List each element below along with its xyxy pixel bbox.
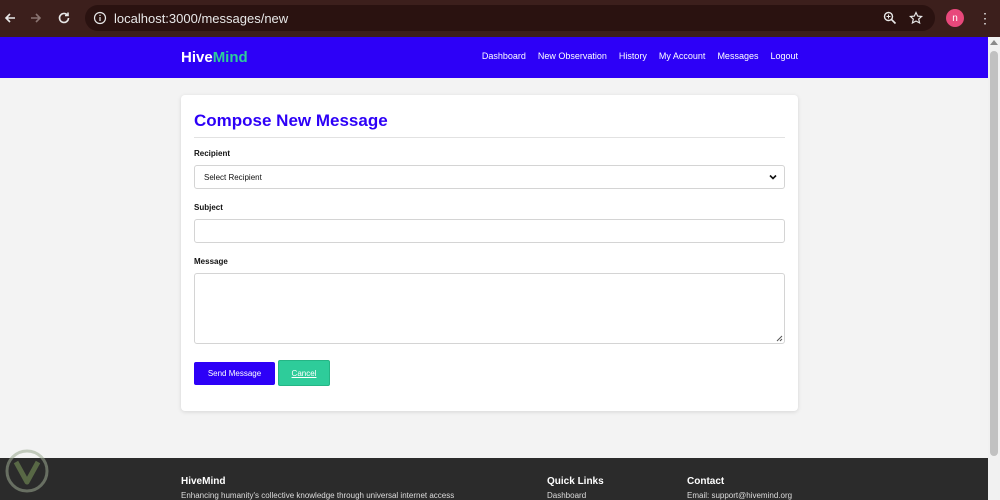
site-footer: HiveMind Enhancing humanity's collective… xyxy=(0,458,988,500)
watermark-logo-icon xyxy=(5,449,49,493)
back-arrow-icon xyxy=(4,13,15,23)
nav-history[interactable]: History xyxy=(619,51,647,61)
title-divider xyxy=(194,137,785,138)
site-header: HiveMind Dashboard New Observation Histo… xyxy=(0,37,988,78)
nav-messages[interactable]: Messages xyxy=(717,51,758,61)
nav-logout[interactable]: Logout xyxy=(770,51,798,61)
back-button[interactable] xyxy=(0,8,20,28)
recipient-selected-value: Select Recipient xyxy=(204,172,262,182)
resize-grip-icon[interactable] xyxy=(775,334,783,342)
nav-dashboard[interactable]: Dashboard xyxy=(482,51,526,61)
zoom-icon[interactable] xyxy=(883,11,897,25)
message-label: Message xyxy=(194,257,228,266)
brand-main: Hive xyxy=(181,49,213,66)
menu-dots-icon[interactable]: ⋮ xyxy=(978,9,992,27)
scrollbar-thumb[interactable] xyxy=(990,51,998,456)
site-info-icon[interactable] xyxy=(93,11,107,25)
footer-contact-email[interactable]: Email: support@hivemind.org xyxy=(687,491,792,500)
subject-label: Subject xyxy=(194,203,223,212)
url-text: localhost:3000/messages/new xyxy=(114,10,289,26)
page-scrollbar[interactable] xyxy=(988,37,1000,500)
chevron-down-icon xyxy=(769,174,777,180)
recipient-label: Recipient xyxy=(194,149,231,158)
forward-arrow-icon xyxy=(31,13,42,23)
reload-icon xyxy=(58,12,70,24)
footer-link-dashboard[interactable]: Dashboard xyxy=(547,491,586,500)
footer-links-title: Quick Links xyxy=(547,476,604,487)
subject-input[interactable] xyxy=(194,219,785,243)
nav-new-observation[interactable]: New Observation xyxy=(538,51,607,61)
compose-card: Compose New Message Recipient Select Rec… xyxy=(181,95,798,411)
scroll-up-icon[interactable] xyxy=(990,39,998,45)
footer-brand-text: Enhancing humanity's collective knowledg… xyxy=(181,491,455,500)
brand-accent: Mind xyxy=(212,49,248,66)
footer-brand-title: HiveMind xyxy=(181,476,226,487)
cancel-button[interactable]: Cancel xyxy=(278,360,330,386)
reload-button[interactable] xyxy=(54,8,74,28)
profile-avatar[interactable]: n xyxy=(946,9,964,27)
page-title: Compose New Message xyxy=(194,111,388,130)
browser-toolbar: localhost:3000/messages/new n ⋮ xyxy=(0,0,1000,37)
main-nav: Dashboard New Observation History My Acc… xyxy=(482,51,798,61)
send-message-button[interactable]: Send Message xyxy=(194,362,275,385)
nav-my-account[interactable]: My Account xyxy=(659,51,706,61)
message-textarea[interactable] xyxy=(194,273,785,344)
brand-logo[interactable]: HiveMind xyxy=(181,49,248,66)
footer-contact-title: Contact xyxy=(687,476,725,487)
address-bar[interactable]: localhost:3000/messages/new xyxy=(85,5,935,31)
bookmark-star-icon[interactable] xyxy=(909,11,923,25)
forward-button[interactable] xyxy=(26,8,46,28)
recipient-select[interactable]: Select Recipient xyxy=(194,165,785,189)
